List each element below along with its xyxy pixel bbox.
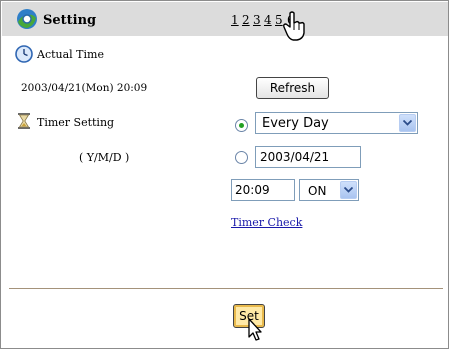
page-link-4[interactable]: 4 [264,13,272,27]
date-format-label: ( Y/M/D ) [79,151,130,164]
header-bar: Setting 1 2 3 4 5 6 [2,2,448,36]
on-off-select[interactable]: ON [299,179,359,201]
hourglass-icon [18,113,30,129]
chevron-down-icon[interactable] [399,114,416,132]
page-link-5[interactable]: 5 [275,13,283,27]
page-title: Setting [43,13,97,28]
every-day-select[interactable]: Every Day [255,112,418,134]
date-input[interactable] [255,146,361,168]
every-day-radio[interactable] [235,119,248,132]
divider [9,288,443,289]
page-link-1[interactable]: 1 [231,13,239,27]
actual-time-label: Actual Time [37,48,104,61]
page-link-3[interactable]: 3 [253,13,261,27]
clock-icon [15,45,33,63]
on-off-select-value: ON [308,184,327,198]
time-input[interactable] [231,179,295,201]
refresh-button[interactable]: Refresh [256,77,329,99]
settings-panel: Setting 1 2 3 4 5 6 Actual Time 2003/04/… [0,0,449,349]
chevron-down-icon[interactable] [340,181,357,199]
timer-setting-label: Timer Setting [37,116,115,129]
hand-pointer-cursor-icon [283,11,305,41]
actual-time-value: 2003/04/21(Mon) 20:09 [21,82,148,94]
page-link-2[interactable]: 2 [242,13,250,27]
every-day-select-value: Every Day [262,116,329,131]
date-radio[interactable] [235,151,248,164]
setting-icon [17,9,37,29]
arrow-cursor-icon [248,318,262,341]
timer-check-link[interactable]: Timer Check [231,216,302,229]
